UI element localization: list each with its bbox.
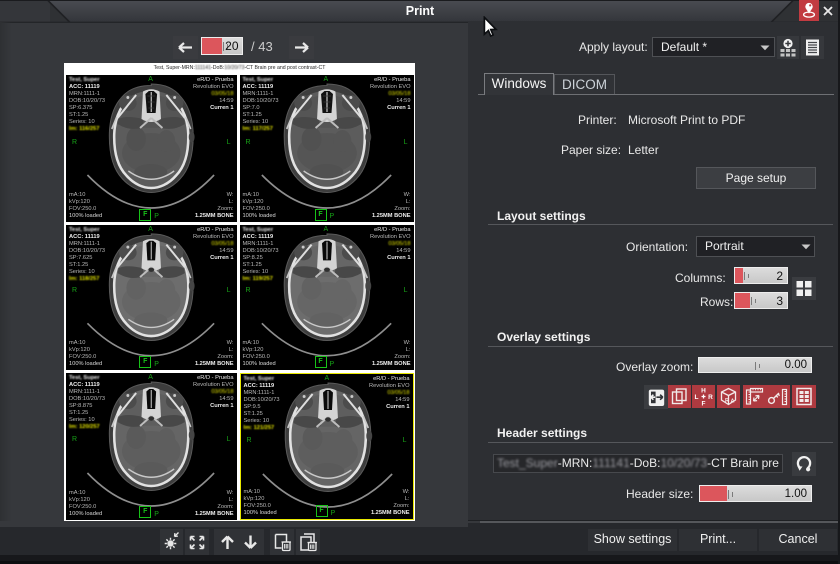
svg-text:R: R <box>708 394 713 401</box>
svg-text:F: F <box>702 401 706 408</box>
svg-text:L: L <box>695 394 699 401</box>
svg-text:R: R <box>725 398 729 404</box>
svg-text:H: H <box>701 388 706 395</box>
svg-text:A: A <box>731 399 735 405</box>
